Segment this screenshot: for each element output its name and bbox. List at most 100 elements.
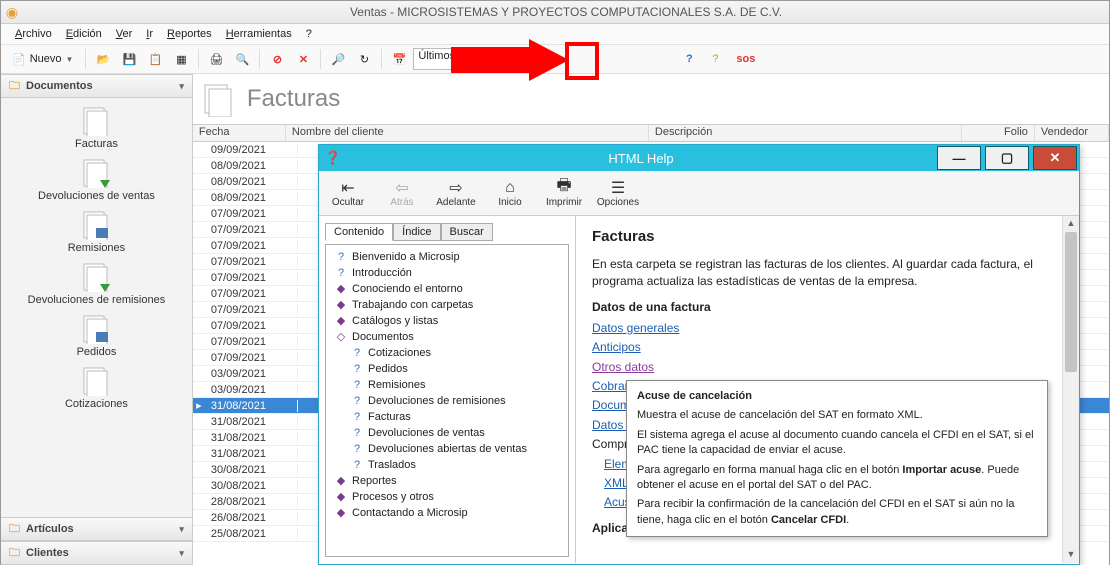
menu-ver[interactable]: Ver: [110, 26, 139, 42]
tree-item[interactable]: ?Devoluciones de remisiones: [330, 393, 564, 409]
help-content-scrollbar[interactable]: ▲ ▼: [1062, 216, 1079, 563]
cell-fecha: 07/09/2021: [205, 272, 298, 284]
col-nombre[interactable]: Nombre del cliente: [286, 125, 649, 141]
menu-edicion[interactable]: Edición: [60, 26, 108, 42]
tree-item[interactable]: ?Facturas: [330, 409, 564, 425]
cell-fecha: 08/09/2021: [205, 192, 298, 204]
col-fecha[interactable]: Fecha: [193, 125, 286, 141]
tree-item[interactable]: ?Bienvenido a Microsip: [330, 249, 564, 265]
sos-button[interactable]: sos: [729, 47, 762, 71]
tree-item[interactable]: ◆Catálogos y listas: [330, 313, 564, 329]
help-page-icon: ?: [350, 361, 364, 377]
tree-item[interactable]: ◆Conociendo el entorno: [330, 281, 564, 297]
help-page-icon: ?: [350, 409, 364, 425]
tree-item-label: Trabajando con carpetas: [352, 297, 473, 313]
sidebar-item-icon: [78, 106, 114, 136]
tree-item[interactable]: ◇Documentos: [330, 329, 564, 345]
menu-herramientas[interactable]: Herramientas: [220, 26, 298, 42]
tree-item[interactable]: ?Devoluciones abiertas de ventas: [330, 441, 564, 457]
minimize-button[interactable]: —: [937, 146, 981, 170]
scroll-up-icon[interactable]: ▲: [1063, 216, 1079, 232]
menu-archivo[interactable]: Archivo: [9, 26, 58, 42]
book-closed-icon: ◆: [334, 489, 348, 505]
tree-item[interactable]: ◆Contactando a Microsip: [330, 505, 564, 521]
help-print-button[interactable]: 🖶Imprimir: [541, 179, 587, 208]
cell-fecha: 09/09/2021: [205, 144, 298, 156]
help-hide-button[interactable]: ⇤Ocultar: [325, 179, 371, 208]
help-app-icon: ❓: [319, 150, 347, 166]
cell-fecha: 31/08/2021: [205, 448, 298, 460]
tab-indice[interactable]: Índice: [393, 223, 440, 241]
sidebar-item[interactable]: Cotizaciones: [1, 362, 192, 414]
highlight-box: [565, 42, 599, 80]
options-icon: ☰: [611, 179, 625, 197]
tree-item[interactable]: ?Devoluciones de ventas: [330, 425, 564, 441]
accordion-documentos[interactable]: 🗀 Documentos ▾: [1, 74, 192, 98]
tree-item[interactable]: ◆Reportes: [330, 473, 564, 489]
sidebar-item[interactable]: Facturas: [1, 102, 192, 154]
grid-button[interactable]: ▦: [169, 47, 193, 71]
tree-item[interactable]: ?Traslados: [330, 457, 564, 473]
col-desc[interactable]: Descripción: [649, 125, 962, 141]
tree-item[interactable]: ?Remisiones: [330, 377, 564, 393]
menu-reportes[interactable]: Reportes: [161, 26, 218, 42]
tree-item[interactable]: ?Cotizaciones: [330, 345, 564, 361]
book-open-icon: ◇: [334, 329, 348, 345]
window-title: Ventas - MICROSISTEMAS Y PROYECTOS COMPU…: [23, 5, 1109, 19]
link-datos-generales[interactable]: Datos generales: [592, 320, 1063, 337]
help-options-button[interactable]: ☰Opciones: [595, 179, 641, 208]
sidebar-item-label: Remisiones: [68, 242, 125, 254]
cell-fecha: 08/09/2021: [205, 160, 298, 172]
accordion-clientes[interactable]: 🗀 Clientes ▾: [1, 541, 192, 565]
home-icon[interactable]: ◉: [1, 1, 23, 23]
help-button[interactable]: ?: [677, 47, 701, 71]
tree-item[interactable]: ?Pedidos: [330, 361, 564, 377]
help-home-button[interactable]: ⌂Inicio: [487, 179, 533, 208]
preview-button[interactable]: 🔍: [230, 47, 254, 71]
close-button[interactable]: ✕: [1033, 146, 1077, 170]
cancel-button[interactable]: ⊘: [265, 47, 289, 71]
col-folio[interactable]: Folio: [962, 125, 1035, 141]
sidebar-item[interactable]: Pedidos: [1, 310, 192, 362]
cell-fecha: 31/08/2021: [205, 400, 298, 412]
link-anticipos[interactable]: Anticipos: [592, 339, 1063, 356]
page-heading: Facturas: [247, 85, 340, 113]
copy-button[interactable]: 📋: [143, 47, 167, 71]
scroll-down-icon[interactable]: ▼: [1063, 547, 1079, 563]
delete-button[interactable]: ✕: [291, 47, 315, 71]
help-back-button[interactable]: ⇦Atrás: [379, 179, 425, 208]
cell-fecha: 31/08/2021: [205, 432, 298, 444]
tab-contenido[interactable]: Contenido: [325, 223, 393, 241]
sidebar-item[interactable]: Remisiones: [1, 206, 192, 258]
cell-fecha: 07/09/2021: [205, 352, 298, 364]
tree-item[interactable]: ◆Procesos y otros: [330, 489, 564, 505]
tree-item[interactable]: ?Introducción: [330, 265, 564, 281]
tree-item[interactable]: ◆Trabajando con carpetas: [330, 297, 564, 313]
help-forward-button[interactable]: ⇨Adelante: [433, 179, 479, 208]
maximize-button[interactable]: ▢: [985, 146, 1029, 170]
col-vendedor[interactable]: Vendedor: [1035, 125, 1109, 141]
link-otros-datos[interactable]: Otros datos: [592, 359, 1063, 376]
find-button[interactable]: 🔎: [326, 47, 350, 71]
whatsthis-button[interactable]: ?: [703, 47, 727, 71]
help-titlebar[interactable]: ❓ HTML Help — ▢ ✕: [319, 145, 1079, 171]
sidebar-item[interactable]: Devoluciones de remisiones: [1, 258, 192, 310]
cell-fecha: 07/09/2021: [205, 320, 298, 332]
menu-ir[interactable]: Ir: [140, 26, 159, 42]
new-button[interactable]: 📄Nuevo▼: [5, 47, 80, 71]
open-button[interactable]: 📂: [91, 47, 115, 71]
tab-buscar[interactable]: Buscar: [441, 223, 493, 241]
refresh-button[interactable]: ↻: [352, 47, 376, 71]
chevron-down-icon: ▾: [179, 81, 184, 92]
date-button[interactable]: 📅: [387, 47, 411, 71]
accordion-articulos[interactable]: 🗀 Artículos ▾: [1, 517, 192, 541]
print-button[interactable]: 🖨: [204, 47, 228, 71]
tree-item-label: Conociendo el entorno: [352, 281, 463, 297]
tooltip-p3: Para agregarlo en forma manual haga clic…: [637, 463, 1037, 494]
sidebar-item[interactable]: Devoluciones de ventas: [1, 154, 192, 206]
tree-item-label: Devoluciones de remisiones: [368, 393, 506, 409]
save-button[interactable]: 💾: [117, 47, 141, 71]
scroll-thumb[interactable]: [1065, 232, 1077, 372]
cell-fecha: 07/09/2021: [205, 208, 298, 220]
menu-ayuda[interactable]: ?: [300, 26, 318, 42]
